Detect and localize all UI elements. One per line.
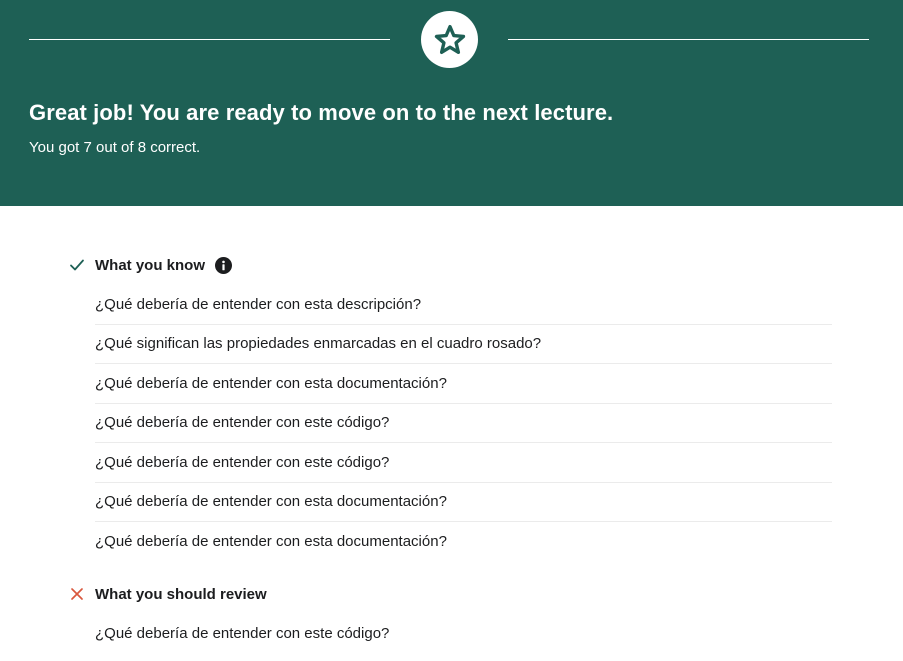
list-item[interactable]: ¿Qué debería de entender con esta docume… <box>95 522 832 562</box>
result-score: You got 7 out of 8 correct. <box>29 139 201 156</box>
banner-divider-left <box>29 39 390 40</box>
known-question-list: ¿Qué debería de entender con esta descri… <box>95 285 832 562</box>
section-what-you-should-review: What you should review ¿Qué debería de e… <box>68 584 832 654</box>
list-item[interactable]: ¿Qué debería de entender con este código… <box>95 443 832 483</box>
banner-divider-right <box>508 39 869 40</box>
section-header: What you know <box>68 255 832 275</box>
section-what-you-know: What you know ¿Qué debería de entender c… <box>68 255 832 562</box>
section-title: What you know <box>95 256 205 274</box>
check-icon <box>68 256 86 274</box>
x-icon <box>68 585 86 603</box>
star-badge <box>421 11 478 68</box>
list-item[interactable]: ¿Qué significan las propiedades enmarcad… <box>95 325 832 364</box>
review-question-list: ¿Qué debería de entender con este código… <box>95 614 832 654</box>
results-banner: Great job! You are ready to move on to t… <box>0 0 903 206</box>
section-header: What you should review <box>68 584 832 604</box>
section-title: What you should review <box>95 585 267 603</box>
star-icon <box>434 24 465 54</box>
list-item[interactable]: ¿Qué debería de entender con esta descri… <box>95 285 832 325</box>
list-item[interactable]: ¿Qué debería de entender con este código… <box>95 614 832 654</box>
info-icon[interactable] <box>215 256 232 274</box>
result-headline: Great job! You are ready to move on to t… <box>29 100 614 125</box>
list-item[interactable]: ¿Qué debería de entender con este código… <box>95 404 832 443</box>
list-item[interactable]: ¿Qué debería de entender con esta docume… <box>95 483 832 522</box>
list-item[interactable]: ¿Qué debería de entender con esta docume… <box>95 364 832 404</box>
